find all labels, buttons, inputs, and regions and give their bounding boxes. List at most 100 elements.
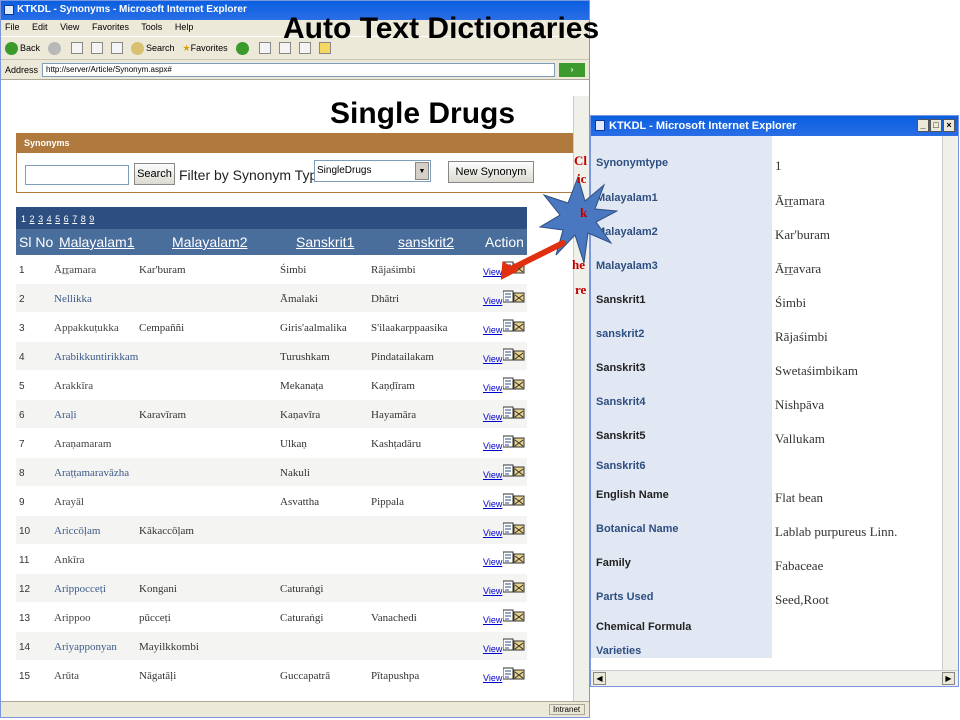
table-row: 8 Araṭṭamaravāzha Nakuli View	[16, 458, 527, 487]
edit-delete-icon[interactable]	[503, 580, 525, 593]
edit-delete-icon[interactable]	[503, 493, 525, 506]
home-icon[interactable]	[111, 42, 124, 54]
view-link[interactable]: View	[483, 644, 502, 654]
view-link[interactable]: View	[483, 586, 502, 596]
forward-arrow-icon	[48, 41, 62, 55]
edit-delete-icon[interactable]	[503, 319, 525, 332]
view-link[interactable]: View	[483, 470, 502, 480]
detail-field-label: English Name	[596, 489, 669, 501]
row-sanskrit2: Pindatailakam	[371, 351, 434, 363]
detail-field-row: Malayalam3 Āṟṟavara	[591, 251, 942, 285]
menu-view[interactable]: View	[60, 22, 79, 32]
view-link[interactable]: View	[483, 296, 502, 306]
view-link[interactable]: View	[483, 499, 502, 509]
table-row: 7 Araṇamaram Ulkaṇ Kashṭadāru View	[16, 429, 527, 458]
view-link[interactable]: View	[483, 383, 502, 393]
view-link[interactable]: View	[483, 673, 502, 683]
row-sl-no: 14	[19, 642, 31, 653]
new-synonym-button[interactable]: New Synonym	[448, 161, 534, 183]
menu-tools[interactable]: Tools	[141, 22, 162, 32]
page-link-6[interactable]: 6	[64, 214, 69, 224]
table-row: 11 Ankīra View	[16, 545, 527, 574]
menu-file[interactable]: File	[5, 22, 20, 32]
close-button[interactable]: ×	[943, 119, 955, 132]
popup-titlebar[interactable]: KTKDL - Microsoft Internet Explorer _ □ …	[591, 116, 958, 136]
edit-delete-icon[interactable]	[503, 464, 525, 477]
slide-title: Auto Text Dictionaries	[283, 12, 600, 45]
row-malayalam1: Arakkīra	[54, 380, 94, 392]
search-button[interactable]: Search	[134, 163, 175, 185]
synonym-type-select[interactable]: SingleDrugs ▼	[314, 160, 431, 182]
col-header-malayalam2[interactable]: Malayalam2	[172, 234, 247, 250]
page-link-1[interactable]: 1	[21, 214, 26, 224]
row-sl-no: 2	[19, 294, 25, 305]
view-link[interactable]: View	[483, 528, 502, 538]
view-link[interactable]: View	[483, 412, 502, 422]
detail-field-label: Synonymtype	[596, 157, 669, 169]
window-controls: _ □ ×	[917, 119, 955, 132]
col-header-sanskrit1[interactable]: Sanskrit1	[296, 234, 354, 250]
view-link[interactable]: View	[483, 441, 502, 451]
page-link-5[interactable]: 5	[55, 214, 60, 224]
view-link[interactable]: View	[483, 325, 502, 335]
search-button-toolbar[interactable]: Search	[131, 41, 175, 55]
menu-favorites[interactable]: Favorites	[92, 22, 129, 32]
page-link-3[interactable]: 3	[38, 214, 43, 224]
edit-delete-icon[interactable]	[503, 290, 525, 303]
scroll-left-icon[interactable]: ◀	[593, 672, 606, 685]
row-sl-no: 11	[19, 555, 30, 566]
edit-delete-icon[interactable]	[503, 348, 525, 361]
edit-delete-icon[interactable]	[503, 667, 525, 680]
menu-edit[interactable]: Edit	[32, 22, 48, 32]
view-link[interactable]: View	[483, 615, 502, 625]
ie-icon	[4, 5, 14, 15]
synonyms-panel-title: Synonyms	[16, 133, 580, 153]
popup-vertical-scrollbar[interactable]	[942, 136, 958, 670]
edit-delete-icon[interactable]	[503, 609, 525, 622]
mail-icon[interactable]	[258, 42, 271, 54]
forward-button[interactable]	[48, 41, 63, 55]
page-link-9[interactable]: 9	[89, 214, 94, 224]
row-malayalam2: Nāgatāḷi	[139, 670, 177, 682]
scroll-right-icon[interactable]: ▶	[942, 672, 955, 685]
edit-delete-icon[interactable]	[503, 435, 525, 448]
view-link[interactable]: View	[483, 354, 502, 364]
col-header-sanskrit2[interactable]: sanskrit2	[398, 234, 454, 250]
page-link-4[interactable]: 4	[47, 214, 52, 224]
row-malayalam1: Ankīra	[54, 554, 85, 566]
row-malayalam1: Arūta	[54, 670, 80, 682]
row-malayalam2: Kākaccōḷam	[139, 525, 194, 537]
view-link[interactable]: View	[483, 557, 502, 567]
edit-delete-icon[interactable]	[503, 638, 525, 651]
refresh-icon[interactable]	[91, 42, 104, 54]
favorites-button[interactable]: ★Favorites	[183, 43, 228, 54]
minimize-button[interactable]: _	[917, 119, 929, 132]
go-button[interactable]: ›	[559, 62, 585, 77]
page-link-7[interactable]: 7	[72, 214, 77, 224]
stop-icon[interactable]	[71, 42, 84, 54]
col-header-malayalam1[interactable]: Malayalam1	[59, 234, 134, 250]
synonym-search-input[interactable]	[25, 165, 129, 185]
chevron-down-icon[interactable]: ▼	[415, 162, 429, 180]
annotation-text-1: Cl	[574, 153, 587, 168]
detail-field-row: Sanskrit4 Nishpāva	[591, 387, 942, 421]
history-icon[interactable]	[235, 41, 249, 55]
edit-delete-icon[interactable]	[503, 377, 525, 390]
back-button[interactable]: Back	[5, 41, 40, 55]
maximize-button[interactable]: □	[930, 119, 942, 132]
edit-delete-icon[interactable]	[503, 522, 525, 535]
row-malayalam1: Ariyapponyan	[54, 641, 117, 653]
row-malayalam2: Karavīram	[139, 409, 187, 421]
page-link-2[interactable]: 2	[30, 214, 35, 224]
edit-delete-icon[interactable]	[503, 551, 525, 564]
row-sanskrit2: Kashṭadāru	[371, 438, 422, 450]
detail-field-row: Parts Used Seed,Root	[591, 582, 942, 616]
menu-help[interactable]: Help	[175, 22, 194, 32]
popup-horizontal-scrollbar[interactable]: ◀ ▶	[591, 670, 958, 686]
detail-field-label: Sanskrit3	[596, 362, 646, 374]
address-input[interactable]: http://server/Article/Synonym.aspx#	[42, 62, 555, 77]
edit-delete-icon[interactable]	[503, 406, 525, 419]
page-link-8[interactable]: 8	[81, 214, 86, 224]
detail-field-row: Sanskrit3 Swetaśimbikam	[591, 353, 942, 387]
row-sanskrit1: Giris'aalmalika	[280, 322, 347, 334]
